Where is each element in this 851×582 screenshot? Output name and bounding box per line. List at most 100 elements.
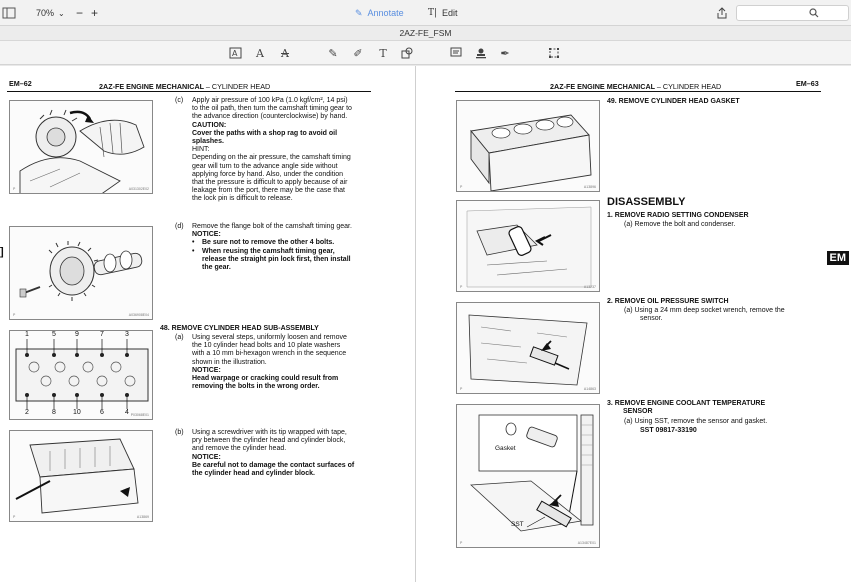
- figure-oil-pressure-switch: P A14863: [456, 302, 600, 394]
- notice-title: NOTICE:: [192, 366, 221, 374]
- bullet-text: the gear.: [202, 264, 231, 272]
- text-line: Apply air pressure of 100 kPa (1.0 kgf/c…: [192, 97, 348, 104]
- right-page-header: 2AZ-FE ENGINE MECHANICAL – CYLINDER HEAD: [550, 82, 721, 91]
- zoom-level[interactable]: 70% ⌄: [36, 0, 65, 26]
- edit-button[interactable]: T| Edit: [428, 0, 458, 26]
- text-box-tool-icon[interactable]: A: [228, 46, 242, 60]
- text-tool-icon[interactable]: T: [376, 46, 390, 60]
- left-header-sub: CYLINDER HEAD: [211, 82, 271, 91]
- left-header-title: 2AZ-FE ENGINE MECHANICAL: [99, 82, 204, 91]
- notice-bullet: • Be sure not to remove the other 4 bolts…: [192, 239, 335, 247]
- figure-marker: P: [13, 313, 16, 317]
- figure-marker: P: [13, 515, 16, 519]
- figure-code: A13869: [136, 515, 149, 519]
- bolt-number: 4: [125, 409, 129, 416]
- text-line: and remove the cylinder head.: [192, 445, 287, 453]
- font-style-icon[interactable]: A: [253, 46, 267, 60]
- left-page-number: EM–62: [9, 79, 32, 88]
- text-line: to the oil path, then turn the camshaft …: [192, 105, 352, 113]
- caution-title: CAUTION:: [192, 121, 227, 129]
- text-line: the advance direction (counterclockwise)…: [192, 113, 348, 121]
- zoom-out-button[interactable]: −: [76, 0, 83, 26]
- bolt-number: 6: [100, 409, 104, 416]
- step-3-title: 3. REMOVE ENGINE COOLANT TEMPERATURE SEN…: [607, 400, 765, 416]
- stamp-icon[interactable]: [474, 46, 488, 60]
- shapes-icon[interactable]: [400, 46, 414, 60]
- bolt-number: 9: [75, 331, 79, 338]
- bolt-number: 2: [25, 409, 29, 416]
- search-input[interactable]: [741, 6, 811, 20]
- figure-cylinder-head-removal: P A13869: [9, 430, 153, 522]
- crop-select-icon[interactable]: [547, 46, 561, 60]
- notice-title: NOTICE:: [192, 453, 221, 461]
- gasket-label: Gasket: [495, 445, 516, 452]
- sst-number: SST 09817-33190: [640, 427, 697, 434]
- pen-tool-icon[interactable]: ✎: [326, 46, 340, 60]
- text-line: 3. REMOVE ENGINE COOLANT TEMPERATURE: [607, 400, 766, 407]
- step-c-text: Apply air pressure of 100 kPa (1.0 kgf/c…: [192, 97, 392, 204]
- figure-marker: P: [460, 541, 463, 545]
- page-divider: [415, 66, 416, 582]
- markup-toolbar: A A A ✎ ✐ T ✒: [0, 41, 851, 65]
- figure-code: P03068E01: [130, 413, 149, 417]
- text-line: (a) Using a 24 mm deep socket wrench, re…: [624, 307, 785, 314]
- sst-label: SST: [511, 521, 524, 528]
- hint-line: Depending on the air pressure, the camsh…: [192, 154, 351, 162]
- disassembly-heading: DISASSEMBLY: [607, 196, 686, 208]
- notice-line: Be careful not to damage the contact sur…: [192, 461, 355, 469]
- pen-icon: ✎: [355, 7, 363, 18]
- sidebar-toggle-icon[interactable]: [2, 0, 16, 26]
- caution-line: splashes.: [192, 138, 224, 146]
- share-icon[interactable]: [717, 0, 727, 26]
- highlighter-icon[interactable]: ✐: [351, 46, 365, 60]
- right-header-sub: CYLINDER HEAD: [662, 82, 722, 91]
- step-d-text: Remove the flange bolt of the camshaft t…: [192, 223, 392, 272]
- figure-marker: P: [13, 187, 16, 191]
- step-48b-text: Using a screwdriver with its tip wrapped…: [192, 429, 392, 478]
- right-page-number: EM–63: [796, 79, 819, 88]
- bullet-text: When reusing the camshaft timing gear,: [202, 247, 335, 255]
- zoom-in-button[interactable]: +: [91, 0, 98, 26]
- search-icon: [809, 8, 819, 20]
- text-line: Using a screwdriver with its tip wrapped…: [192, 429, 347, 436]
- notice-bullet: • When reusing the camshaft timing gear,…: [192, 248, 392, 273]
- figure-bolt-sequence: 1 5 9 7 3 2 8 10 6 4 P03068E01: [9, 330, 153, 420]
- right-header-title: 2AZ-FE ENGINE MECHANICAL: [550, 82, 655, 91]
- document-view[interactable]: ] EM–62 2AZ-FE ENGINE MECHANICAL – CYLIN…: [0, 66, 851, 582]
- annotate-button[interactable]: ✎ Annotate: [355, 0, 404, 26]
- step-48-title: 48. REMOVE CYLINDER HEAD SUB-ASSEMBLY: [160, 325, 319, 332]
- em-section-tab[interactable]: EM: [826, 251, 849, 265]
- text-line: pry between the cylinder head and cylind…: [192, 437, 346, 445]
- figure-code: A13487E01: [577, 541, 596, 545]
- figure-gear-turning: P A031302E02: [9, 100, 153, 194]
- search-field[interactable]: [736, 0, 849, 26]
- text-cursor-icon: T|: [428, 8, 438, 18]
- header-rule: [7, 91, 371, 92]
- figure-code: A14863: [583, 387, 596, 391]
- step-48a-text: Using several steps, uniformly loosen an…: [192, 334, 392, 391]
- comment-icon[interactable]: [449, 46, 463, 60]
- figure-code: A036908E04: [128, 313, 149, 317]
- text-line: SENSOR: [623, 408, 653, 416]
- notice-title: NOTICE:: [192, 231, 221, 239]
- figure-camshaft-gear: P A036908E04: [9, 226, 153, 320]
- hint-line: that the pressure is difficult to apply …: [192, 179, 348, 187]
- chevron-down-icon: ⌄: [58, 8, 65, 18]
- text-line: shown in the illustration.: [192, 358, 267, 366]
- step-3a-text: (a) Using SST, remove the sensor and gas…: [624, 418, 768, 425]
- bolt-number: 7: [100, 331, 104, 338]
- bolt-number: 5: [52, 331, 56, 338]
- strikethrough-icon[interactable]: A: [278, 46, 292, 60]
- figure-marker: P: [460, 185, 463, 189]
- step-c-label: (c): [175, 97, 184, 104]
- bolt-number: 3: [125, 331, 129, 338]
- signature-icon[interactable]: ✒: [498, 46, 512, 60]
- step-1-title: 1. REMOVE RADIO SETTING CONDENSER: [607, 212, 749, 219]
- step-48a-label: (a): [175, 334, 184, 341]
- figure-condenser: P A13237: [456, 200, 600, 292]
- edit-label: Edit: [442, 8, 458, 18]
- left-edge-mark: ]: [0, 246, 4, 258]
- left-page-header: 2AZ-FE ENGINE MECHANICAL – CYLINDER HEAD: [99, 82, 270, 91]
- hint-line: applying force by hand. Also, under the …: [192, 170, 343, 178]
- zoom-value: 70%: [36, 8, 55, 18]
